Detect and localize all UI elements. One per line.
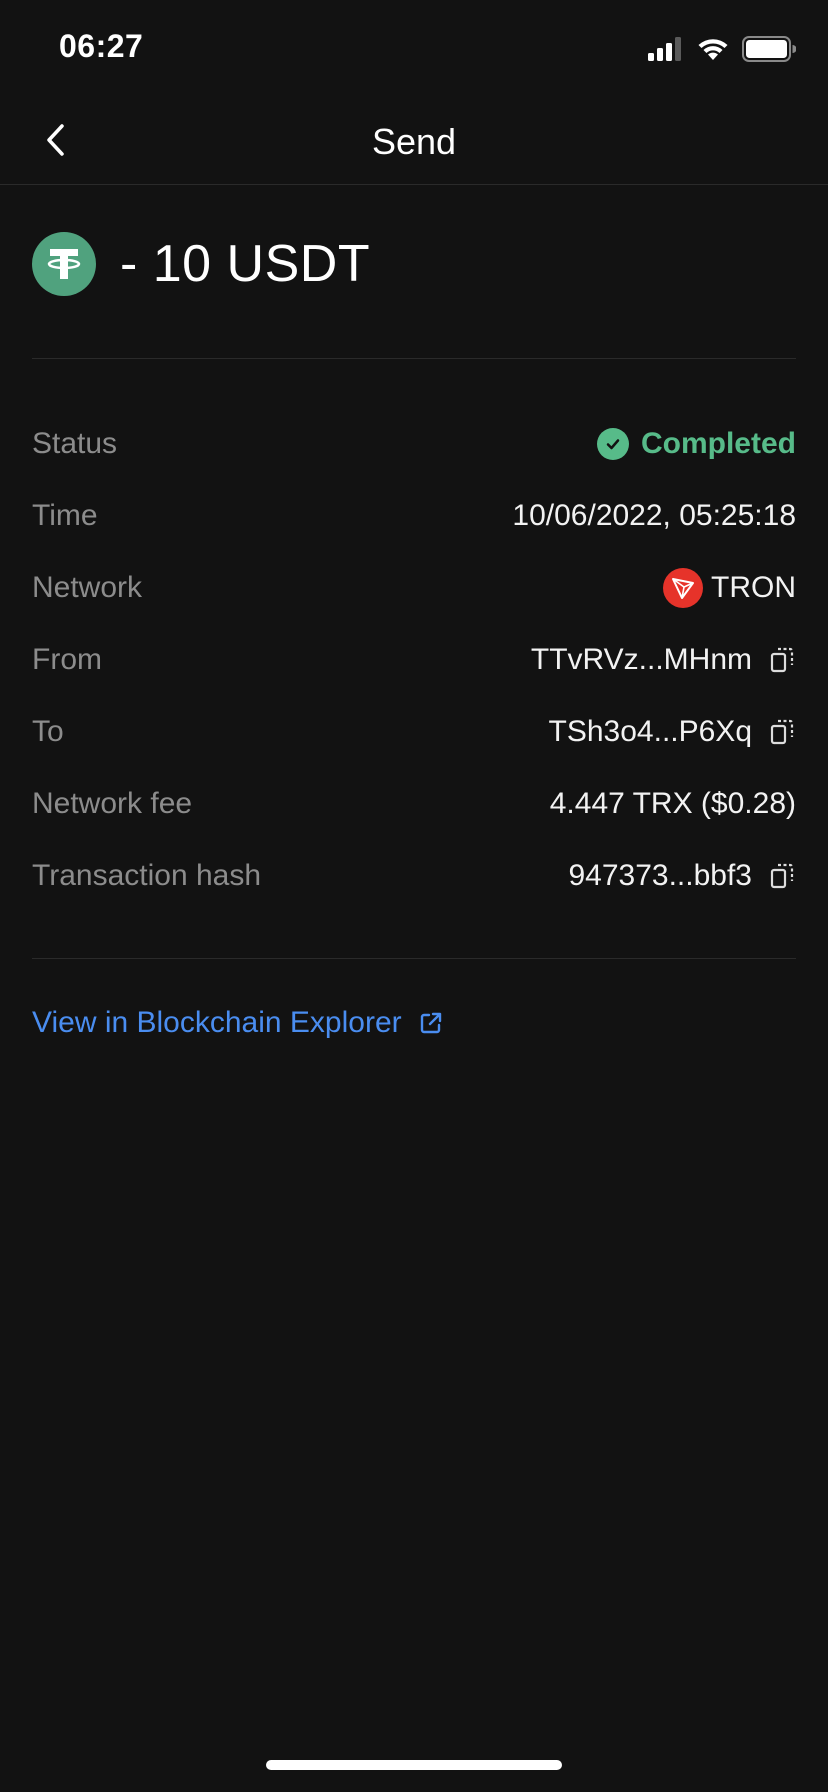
divider	[32, 958, 796, 959]
time-value: 10/06/2022, 05:25:18	[512, 499, 796, 532]
network-name: TRON	[711, 571, 796, 604]
battery-icon	[742, 36, 797, 67]
blockchain-explorer-link[interactable]: View in Blockchain Explorer	[32, 1006, 444, 1040]
status-label: Status	[32, 427, 118, 460]
external-link-icon	[418, 1010, 444, 1036]
transaction-amount: - 10 USDT	[120, 235, 371, 293]
status-time: 06:27	[59, 28, 144, 64]
to-value: TSh3o4...P6Xq	[549, 715, 796, 749]
copy-hash-icon[interactable]	[768, 862, 796, 890]
detail-row-fee: Network fee 4.447 TRX ($0.28)	[32, 768, 796, 840]
cellular-signal-icon	[648, 37, 684, 66]
copy-to-icon[interactable]	[768, 718, 796, 746]
from-address: TTvRVz...MHnm	[530, 643, 752, 676]
detail-row-hash: Transaction hash 947373...bbf3	[32, 840, 796, 912]
transaction-hash: 947373...bbf3	[568, 859, 752, 892]
detail-row-to: To TSh3o4...P6Xq	[32, 696, 796, 768]
detail-row-time: Time 10/06/2022, 05:25:18	[32, 480, 796, 552]
status-icons	[648, 36, 797, 67]
detail-row-network: Network TRON	[32, 552, 796, 624]
home-indicator[interactable]	[266, 1760, 562, 1770]
fee-label: Network fee	[32, 787, 193, 820]
wifi-icon	[696, 36, 730, 67]
hash-label: Transaction hash	[32, 859, 262, 892]
from-label: From	[32, 643, 102, 676]
from-value: TTvRVz...MHnm	[531, 643, 796, 677]
to-address: TSh3o4...P6Xq	[548, 715, 752, 748]
nav-bar: Send	[0, 100, 828, 185]
tron-icon	[663, 568, 703, 608]
usdt-token-icon	[32, 232, 96, 296]
fee-value: 4.447 TRX ($0.28)	[549, 787, 796, 820]
detail-row-from: From TTvRVz...MHnm	[32, 624, 796, 696]
check-circle-icon	[596, 428, 629, 460]
network-label: Network	[32, 571, 143, 604]
network-value: TRON	[663, 568, 796, 608]
status-value: Completed	[596, 427, 796, 461]
transaction-details: Status Completed Time 10/06/2022, 05:25:…	[32, 408, 796, 912]
explorer-link-label: View in Blockchain Explorer	[32, 1006, 402, 1039]
to-label: To	[32, 715, 64, 748]
status-text: Completed	[640, 427, 796, 460]
page-title: Send	[371, 121, 457, 162]
time-label: Time	[32, 499, 98, 532]
divider	[32, 358, 796, 359]
status-bar: 06:27	[0, 0, 828, 100]
copy-from-icon[interactable]	[768, 646, 796, 674]
amount-section: - 10 USDT	[32, 232, 370, 296]
hash-value: 947373...bbf3	[568, 859, 796, 893]
detail-row-status: Status Completed	[32, 408, 796, 480]
